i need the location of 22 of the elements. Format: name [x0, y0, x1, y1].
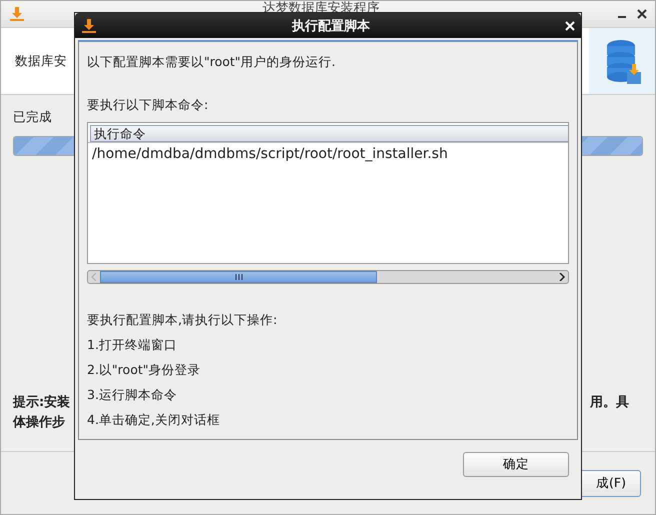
- table-cell[interactable]: /home/dmdba/dmdbms/script/root/root_installer.sh: [88, 142, 568, 165]
- dialog-title: 执行配置脚本: [290, 18, 371, 34]
- ok-button[interactable]: 确定: [463, 452, 569, 477]
- download-icon: [81, 18, 97, 34]
- hint-text: 用。具: [590, 394, 629, 411]
- grip-icon: [234, 274, 242, 280]
- step-text: 1.打开终端窗口: [87, 337, 178, 354]
- message-text: 以下配置脚本需要以"root"用户的身份运行.: [87, 54, 337, 71]
- horizontal-scrollbar[interactable]: [87, 270, 569, 284]
- header-text: 数据库安: [15, 52, 67, 70]
- close-icon[interactable]: [637, 9, 647, 19]
- step-text: 3.运行脚本命令: [87, 387, 178, 404]
- status-label: 已完成: [13, 109, 53, 126]
- database-icon: [589, 28, 655, 94]
- hint-text: 体操作步: [13, 414, 65, 431]
- download-icon: [9, 6, 25, 22]
- hint-text: 提示:安装: [13, 394, 70, 411]
- step-text: 4.单击确定,关闭对话框: [87, 412, 221, 429]
- column-header[interactable]: 执行命令: [90, 125, 568, 142]
- instructions-title: 要执行配置脚本,请执行以下操作:: [87, 312, 278, 329]
- step-text: 2.以"root"身份登录: [87, 362, 202, 379]
- list-label: 要执行以下脚本命令:: [87, 97, 210, 114]
